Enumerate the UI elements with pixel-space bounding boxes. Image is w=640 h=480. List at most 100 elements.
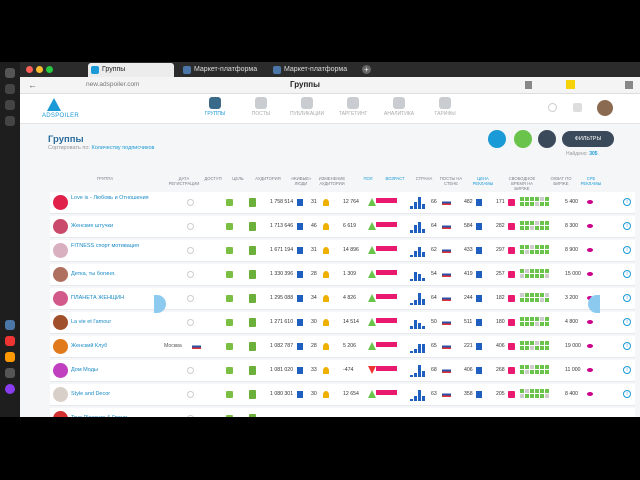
column-header[interactable]: ОХВАТ ПО БИРЖЕ xyxy=(546,176,576,186)
group-name-link[interactable]: Love is - Любовь и Отношения xyxy=(71,195,151,201)
access-lock-icon xyxy=(226,367,233,374)
info-icon[interactable]: i xyxy=(623,270,631,278)
table-row[interactable]: ПЛАНЕТА ЖЕНЩИН 1 295 088 34 4 826 64 244 182 3 … xyxy=(50,288,635,310)
group-name-link[interactable]: Дом Моды xyxy=(71,367,151,373)
info-icon[interactable]: i xyxy=(623,390,631,398)
cart-icon[interactable] xyxy=(508,343,515,350)
column-header[interactable]: СТРАНА xyxy=(414,176,434,181)
audience-icon xyxy=(297,367,303,374)
calendar-button[interactable] xyxy=(538,130,556,148)
sidebar-icon-4[interactable] xyxy=(5,116,15,126)
sidebar-icon-3[interactable] xyxy=(5,100,15,110)
column-header[interactable]: СВОБОДНОЕ ВРЕМЯ НА БИРЖЕ xyxy=(504,176,540,191)
download-button[interactable] xyxy=(488,130,506,148)
nav-analytics[interactable]: АНАЛИТИКА xyxy=(382,97,416,117)
table-row[interactable]: Style and Decor 1 080 301 30 12 654 63 358 205… xyxy=(50,384,635,406)
cart-icon[interactable] xyxy=(508,367,515,374)
column-header[interactable]: ЦЕЛЬ xyxy=(228,176,248,181)
cart-icon[interactable] xyxy=(508,223,515,230)
audience-icon xyxy=(297,223,303,230)
cart-icon[interactable] xyxy=(508,319,515,326)
info-icon[interactable]: i xyxy=(623,222,631,230)
close-window-icon[interactable] xyxy=(26,66,33,73)
cart-icon[interactable] xyxy=(508,271,515,278)
table-row[interactable]: Love is - Любовь и Отношения 1 758 514 31 1… xyxy=(50,192,635,214)
group-name-link[interactable]: Style and Decor xyxy=(71,391,151,397)
vk-icon[interactable] xyxy=(5,320,15,330)
minimize-window-icon[interactable] xyxy=(36,66,43,73)
cart-icon[interactable] xyxy=(508,247,515,254)
sidebar-icon-2[interactable] xyxy=(5,84,15,94)
column-header[interactable]: «ЖИВЫЕ» ЛЮДИ xyxy=(288,176,314,186)
tab-market-1[interactable]: Маркет-платформа xyxy=(180,63,266,77)
group-name-link[interactable]: Детка, ты богиня. xyxy=(71,271,151,277)
table-row[interactable]: Женский Клуб Москва 1 082 787 28 5 206 65 221 4… xyxy=(50,336,635,358)
sort-dropdown[interactable]: Количеству подписчиков xyxy=(92,145,155,151)
tab-groups[interactable]: Группы xyxy=(88,63,174,77)
url-field[interactable]: new.adspoiler.com xyxy=(86,81,139,88)
gender-bar xyxy=(376,246,397,251)
downloads-icon[interactable] xyxy=(625,81,633,89)
cart-icon[interactable] xyxy=(508,391,515,398)
age-bar xyxy=(418,390,421,401)
nav-publications[interactable]: ПУБЛИКАЦИИ xyxy=(290,97,324,117)
group-name-link[interactable]: La vie et l'amour xyxy=(71,319,151,325)
alice-icon[interactable] xyxy=(5,384,15,394)
country-percent: 63 xyxy=(431,391,437,397)
back-icon[interactable]: ← xyxy=(28,80,37,90)
user-avatar[interactable] xyxy=(597,100,613,116)
table-row[interactable]: La vie et l'amour 1 271 610 30 14 514 50 511 1… xyxy=(50,312,635,334)
add-panel-icon[interactable] xyxy=(5,368,15,378)
column-header[interactable]: СРЕ РЕКЛАМЫ xyxy=(580,176,602,186)
youtube-icon[interactable] xyxy=(5,336,15,346)
info-icon[interactable]: i xyxy=(623,246,631,254)
country-percent: 65 xyxy=(431,343,437,349)
lab-button[interactable] xyxy=(514,130,532,148)
group-avatar xyxy=(53,339,68,354)
table-row[interactable]: Женские штучки 1 713 646 46 6 619 64 584 282 8 … xyxy=(50,216,635,238)
column-header[interactable]: ПОСТЫ НА СТЕНЕ xyxy=(438,176,464,186)
table-row[interactable]: FITNESS спорт мотивация 1 671 194 31 14 896… xyxy=(50,240,635,262)
scroll-right-button[interactable] xyxy=(588,295,600,313)
info-icon[interactable]: i xyxy=(623,198,631,206)
live-people-percent: 33 xyxy=(311,367,317,373)
sidebar-icon-1[interactable] xyxy=(5,68,15,78)
info-icon[interactable]: i xyxy=(623,366,631,374)
nav-targeting[interactable]: ТАРГЕТИНГ xyxy=(336,97,370,117)
group-name-link[interactable]: Женские штучки xyxy=(71,223,151,229)
group-name-link[interactable]: True Pleasure & Грани xyxy=(71,415,151,417)
column-header[interactable]: ДАТА РЕГИСТРАЦИИ xyxy=(164,176,204,186)
info-icon[interactable]: i xyxy=(623,294,631,302)
nav-posts[interactable]: ПОСТЫ xyxy=(244,97,278,117)
maximize-window-icon[interactable] xyxy=(46,66,53,73)
column-header[interactable]: ВОЗРАСТ xyxy=(382,176,408,181)
tab-market-2[interactable]: Маркет-платформа xyxy=(270,63,356,77)
group-name-link[interactable]: ПЛАНЕТА ЖЕНЩИН xyxy=(71,295,151,301)
info-icon[interactable]: i xyxy=(623,342,631,350)
mail-icon[interactable] xyxy=(5,352,15,362)
column-header[interactable]: ДОСТУП xyxy=(203,176,223,181)
column-header[interactable]: ПОЛ xyxy=(357,176,379,181)
search-icon[interactable] xyxy=(548,103,557,112)
column-header[interactable]: ИЗМЕНЕНИЕ АУДИТОРИИ xyxy=(316,176,348,186)
new-tab-button[interactable]: + xyxy=(362,65,371,74)
column-header[interactable]: ЦЕНА РЕКЛАМЫ xyxy=(471,176,495,186)
column-header[interactable]: ГРУППА xyxy=(80,176,130,181)
nav-groups[interactable]: ГРУППЫ xyxy=(198,97,232,117)
group-name-link[interactable]: Женский Клуб xyxy=(71,343,151,349)
info-icon[interactable]: i xyxy=(623,318,631,326)
column-header[interactable]: АУДИТОРИЯ xyxy=(253,176,283,181)
cart-icon[interactable] xyxy=(508,199,515,206)
group-name-link[interactable]: FITNESS спорт мотивация xyxy=(71,243,151,249)
table-row[interactable]: Дом Моды 1 081 020 33 -474 68 406 268 11 000 i xyxy=(50,360,635,382)
table-row[interactable]: True Pleasure & Грани xyxy=(50,408,635,417)
extension-icon[interactable] xyxy=(566,80,575,89)
cart-icon[interactable] xyxy=(508,295,515,302)
table-row[interactable]: Детка, ты богиня. 1 330 396 28 1 309 54 419 25… xyxy=(50,264,635,286)
notifications-icon[interactable] xyxy=(573,103,582,112)
audience-icon xyxy=(297,247,303,254)
nav-tariffs[interactable]: ТАРИФЫ xyxy=(428,97,462,117)
bookmark-icon[interactable] xyxy=(525,81,532,89)
scroll-left-button[interactable] xyxy=(154,295,166,313)
filters-button[interactable]: ФИЛЬТРЫ xyxy=(562,131,614,147)
